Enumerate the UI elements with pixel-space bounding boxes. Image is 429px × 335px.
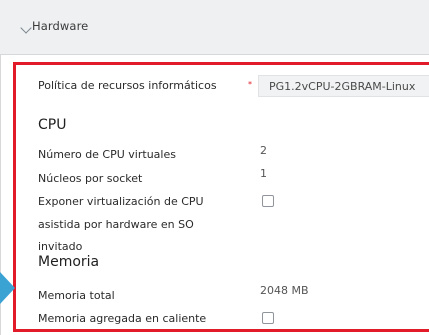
vcpu-count-value: 2 xyxy=(260,144,267,157)
hardware-section-header[interactable]: Hardware xyxy=(0,0,429,55)
vm-hardware-panel: Hardware Política de recursos informátic… xyxy=(0,0,429,335)
hw-virtualization-label-line1: Exponer virtualización de CPU xyxy=(38,195,204,208)
policy-label: Política de recursos informáticos xyxy=(38,79,217,92)
hw-virtualization-label-line3: invitado xyxy=(38,240,83,253)
memory-heading: Memoria xyxy=(38,254,100,270)
hw-virtualization-label-line2: asistida por hardware en SO xyxy=(38,218,194,231)
pointer-arrow-icon xyxy=(0,272,15,304)
hw-virtualization-checkbox[interactable] xyxy=(262,195,274,207)
vcpu-count-label: Número de CPU virtuales xyxy=(38,148,176,161)
memory-hot-add-checkbox[interactable] xyxy=(262,312,274,324)
chevron-down-icon[interactable] xyxy=(20,22,32,34)
cores-per-socket-label: Núcleos por socket xyxy=(38,172,143,185)
memory-hot-add-label: Memoria agregada en caliente xyxy=(38,312,207,325)
section-title: Hardware xyxy=(32,19,89,33)
total-memory-value: 2048 MB xyxy=(260,284,309,297)
required-marker: * xyxy=(248,80,252,89)
cores-per-socket-value: 1 xyxy=(260,167,267,180)
compute-policy-select[interactable]: PG1.2vCPU-2GBRAM-Linux xyxy=(258,75,429,97)
compute-policy-value: PG1.2vCPU-2GBRAM-Linux xyxy=(269,80,416,93)
total-memory-label: Memoria total xyxy=(38,289,115,302)
cpu-heading: CPU xyxy=(38,117,67,133)
